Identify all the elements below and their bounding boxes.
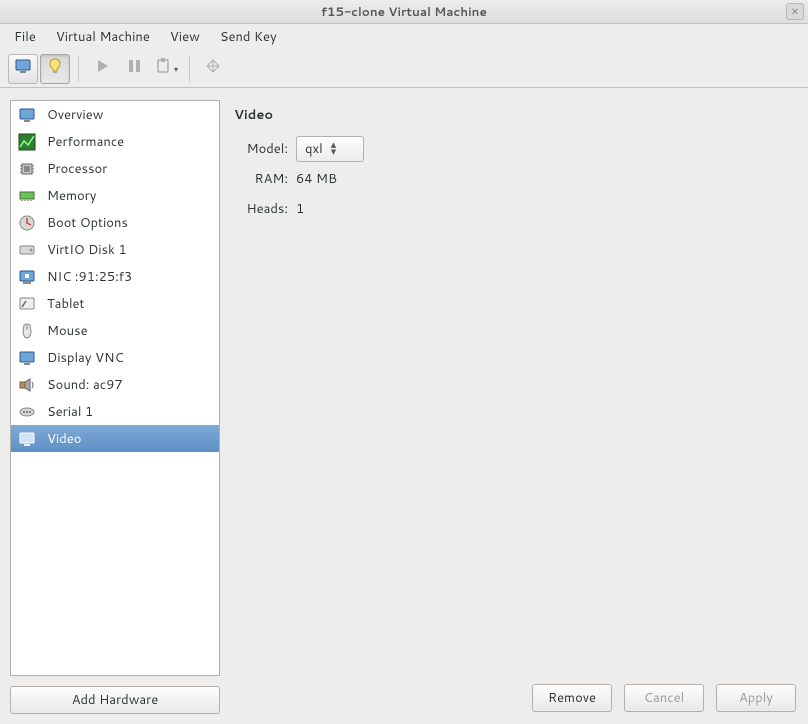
action-bar: Remove Cancel Apply bbox=[234, 680, 798, 714]
shutdown-button[interactable]: ▾ bbox=[151, 54, 181, 84]
window-close-button[interactable]: ✕ bbox=[786, 3, 804, 20]
heads-label: Heads: bbox=[234, 200, 296, 218]
sidebar-item-boot-options[interactable]: Boot Options bbox=[11, 209, 219, 236]
sidebar-item-label: Memory bbox=[47, 187, 96, 205]
panel-title: Video bbox=[234, 106, 798, 124]
menubar: File Virtual Machine View Send Key bbox=[0, 24, 808, 50]
remove-button[interactable]: Remove bbox=[532, 684, 612, 712]
sidebar-item-overview[interactable]: Overview bbox=[11, 101, 219, 128]
sidebar-item-tablet[interactable]: Tablet bbox=[11, 290, 219, 317]
close-icon: ✕ bbox=[791, 5, 799, 19]
heads-value: 1 bbox=[296, 200, 304, 218]
sidebar-item-display-vnc[interactable]: Display VNC bbox=[11, 344, 219, 371]
menu-virtual-machine[interactable]: Virtual Machine bbox=[48, 25, 158, 49]
sidebar-item-label: VirtIO Disk 1 bbox=[47, 241, 127, 259]
toolbar-separator bbox=[78, 56, 79, 82]
video-icon bbox=[17, 429, 37, 449]
sidebar-item-sound[interactable]: Sound: ac97 bbox=[11, 371, 219, 398]
sidebar-item-virtio-disk-1[interactable]: VirtIO Disk 1 bbox=[11, 236, 219, 263]
details-view-button[interactable] bbox=[40, 54, 70, 84]
toolbar-separator bbox=[189, 56, 190, 82]
toolbar: ▾ bbox=[0, 50, 808, 88]
ram-label: RAM: bbox=[234, 170, 296, 188]
cpu-icon bbox=[17, 159, 37, 179]
pause-button[interactable] bbox=[119, 54, 149, 84]
sidebar-item-label: Mouse bbox=[47, 322, 88, 340]
fullscreen-icon bbox=[204, 57, 222, 80]
sidebar-item-label: Performance bbox=[47, 133, 124, 151]
console-view-button[interactable] bbox=[8, 54, 38, 84]
performance-icon bbox=[17, 132, 37, 152]
power-icon bbox=[154, 57, 172, 80]
sidebar-item-memory[interactable]: Memory bbox=[11, 182, 219, 209]
sidebar-item-label: Processor bbox=[47, 160, 107, 178]
cancel-button[interactable]: Cancel bbox=[624, 684, 704, 712]
sidebar-item-label: NIC :91:25:f3 bbox=[47, 268, 132, 286]
sidebar-item-label: Tablet bbox=[47, 295, 84, 313]
sidebar-item-mouse[interactable]: Mouse bbox=[11, 317, 219, 344]
nic-icon bbox=[17, 267, 37, 287]
sidebar-item-label: Boot Options bbox=[47, 214, 128, 232]
memory-icon bbox=[17, 186, 37, 206]
ram-value: 64 MB bbox=[296, 170, 337, 188]
menu-send-key[interactable]: Send Key bbox=[212, 25, 285, 49]
sidebar-item-label: Serial 1 bbox=[47, 403, 93, 421]
combo-arrows-icon: ▲▼ bbox=[329, 142, 338, 156]
pause-icon bbox=[125, 57, 143, 80]
boot-icon bbox=[17, 213, 37, 233]
window-title: f15-clone Virtual Machine bbox=[321, 3, 487, 20]
add-hardware-button[interactable]: Add Hardware bbox=[10, 686, 220, 714]
display-icon bbox=[17, 348, 37, 368]
apply-button[interactable]: Apply bbox=[716, 684, 796, 712]
titlebar: f15-clone Virtual Machine ✕ bbox=[0, 0, 808, 24]
sidebar-item-label: Video bbox=[47, 430, 81, 448]
sound-icon bbox=[17, 375, 37, 395]
model-value: qxl bbox=[305, 140, 323, 158]
menu-file[interactable]: File bbox=[6, 25, 44, 49]
monitor-icon bbox=[17, 105, 37, 125]
tablet-icon bbox=[17, 294, 37, 314]
model-combobox[interactable]: qxl ▲▼ bbox=[296, 136, 364, 162]
run-button[interactable] bbox=[87, 54, 117, 84]
mouse-icon bbox=[17, 321, 37, 341]
sidebar-item-processor[interactable]: Processor bbox=[11, 155, 219, 182]
sidebar-item-video[interactable]: Video bbox=[11, 425, 219, 452]
details-panel: Video Model: qxl ▲▼ RAM: 64 MB Heads: 1 bbox=[234, 100, 798, 680]
sidebar-item-nic[interactable]: NIC :91:25:f3 bbox=[11, 263, 219, 290]
add-hardware-label: Add Hardware bbox=[72, 691, 159, 709]
serial-icon bbox=[17, 402, 37, 422]
play-icon bbox=[93, 57, 111, 80]
sidebar-item-label: Overview bbox=[47, 106, 103, 124]
menu-view[interactable]: View bbox=[162, 25, 208, 49]
lightbulb-icon bbox=[46, 57, 64, 80]
model-label: Model: bbox=[234, 140, 296, 158]
disk-icon bbox=[17, 240, 37, 260]
sidebar-item-serial-1[interactable]: Serial 1 bbox=[11, 398, 219, 425]
monitor-icon bbox=[14, 57, 32, 80]
chevron-down-icon: ▾ bbox=[174, 63, 178, 75]
fullscreen-button[interactable] bbox=[198, 54, 228, 84]
hardware-list: Overview Performance Processor Memory Bo… bbox=[10, 100, 220, 676]
sidebar-item-performance[interactable]: Performance bbox=[11, 128, 219, 155]
sidebar-item-label: Sound: ac97 bbox=[47, 376, 123, 394]
sidebar-item-label: Display VNC bbox=[47, 349, 124, 367]
